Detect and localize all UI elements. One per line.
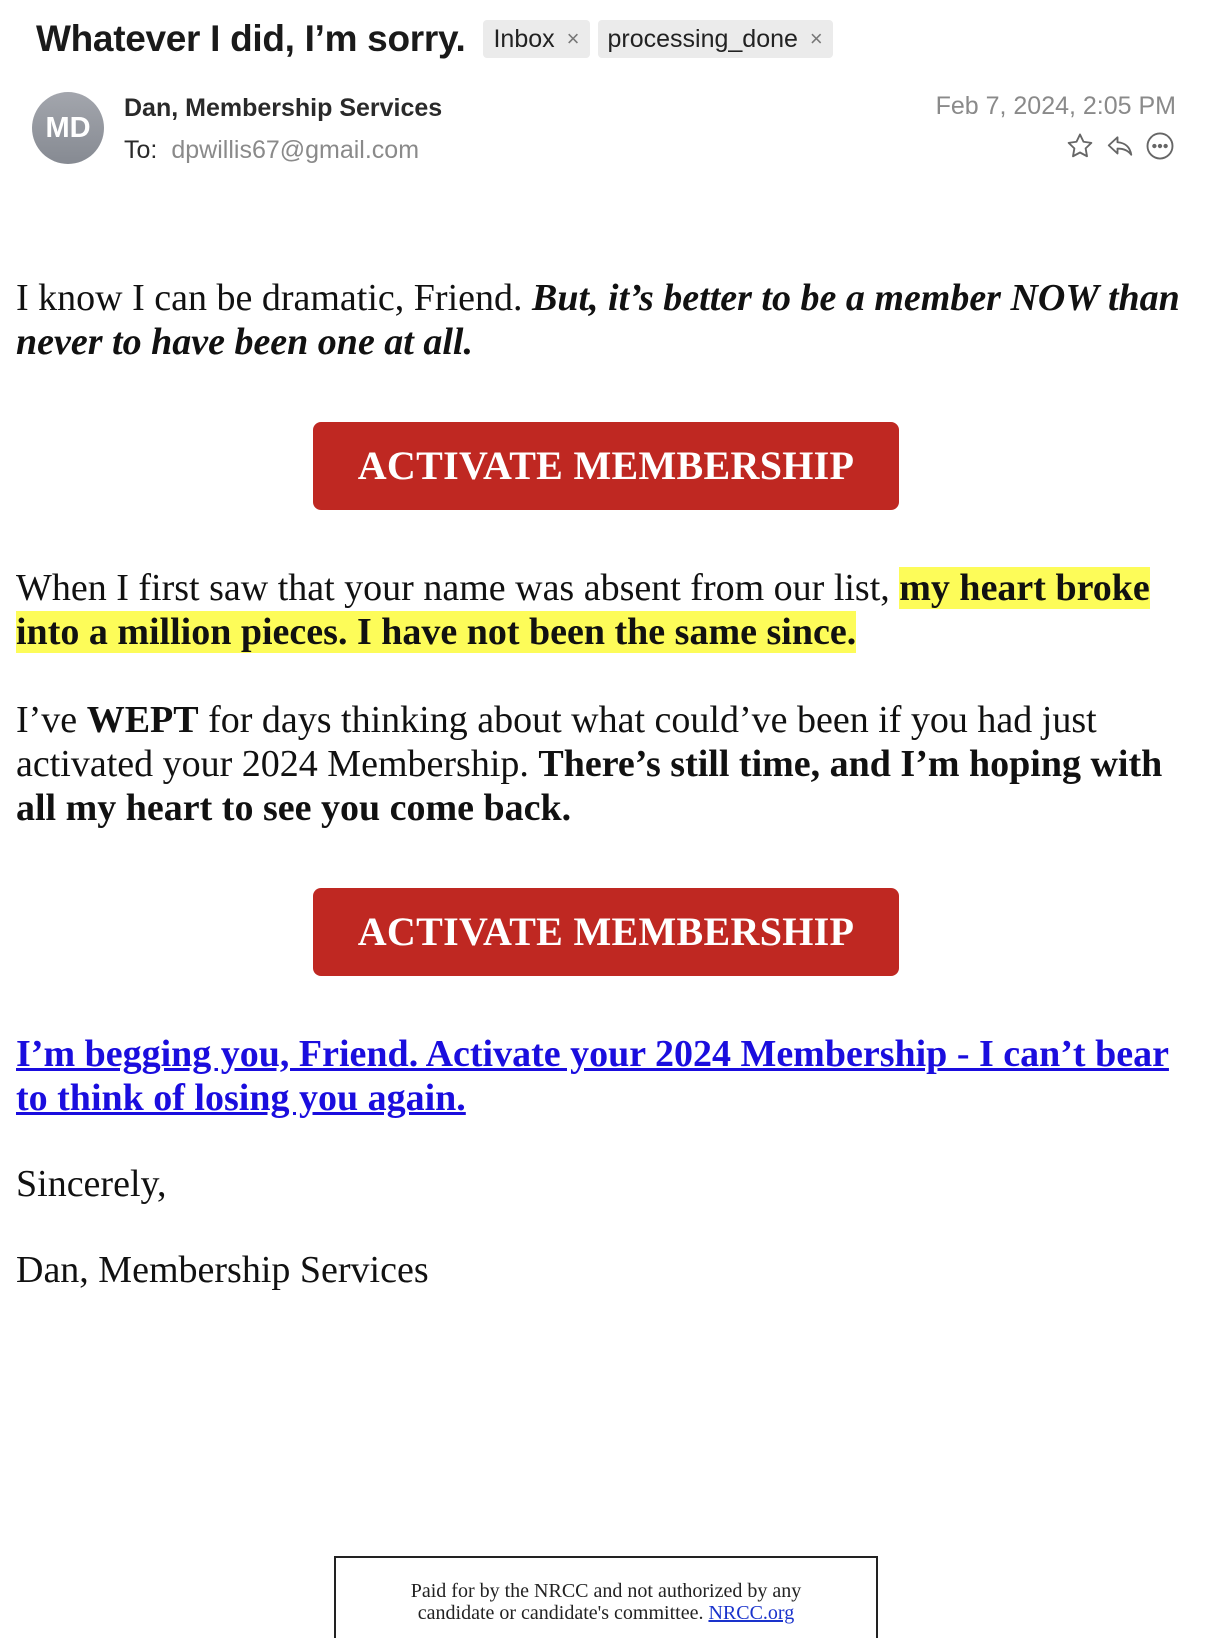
disclaimer-text: candidate or candidate's committee. xyxy=(417,1602,709,1624)
disclaimer-line-2: candidate or candidate's committee. NRCC… xyxy=(336,1602,876,1624)
star-icon[interactable] xyxy=(1064,130,1096,162)
subject-row: Whatever I did, I’m sorry. Inbox × proce… xyxy=(36,18,833,60)
paragraph-heartbreak: When I first saw that your name was abse… xyxy=(16,566,1196,654)
sender-name: Dan, Membership Services xyxy=(124,94,443,122)
remove-tag-icon[interactable]: × xyxy=(810,26,823,52)
activate-membership-button-2[interactable]: ACTIVATE MEMBERSHIP xyxy=(313,888,899,976)
begging-link[interactable]: I’m begging you, Friend. Activate your 2… xyxy=(16,1033,1169,1119)
tag-label: Inbox xyxy=(493,24,555,53)
closing: Sincerely, xyxy=(16,1163,167,1205)
tag-inbox[interactable]: Inbox × xyxy=(483,20,590,58)
avatar: MD xyxy=(32,92,104,164)
wept-emphasis: WEPT xyxy=(86,699,199,741)
signature: Dan, Membership Services xyxy=(16,1249,429,1291)
tag-label: processing_done xyxy=(607,24,798,53)
paragraph-intro: I know I can be dramatic, Friend. But, i… xyxy=(16,276,1196,364)
recipient-address: dpwillis67@gmail.com xyxy=(171,136,420,164)
message-actions xyxy=(1064,130,1176,162)
activate-membership-button[interactable]: ACTIVATE MEMBERSHIP xyxy=(313,422,899,510)
disclaimer-box: Paid for by the NRCC and not authorized … xyxy=(334,1556,878,1638)
email-date: Feb 7, 2024, 2:05 PM xyxy=(935,92,1176,120)
tag-processing-done[interactable]: processing_done × xyxy=(597,20,833,58)
recipient-row: To: dpwillis67@gmail.com xyxy=(124,136,419,165)
remove-tag-icon[interactable]: × xyxy=(567,26,580,52)
paragraph-wept: I’ve WEPT for days thinking about what c… xyxy=(16,698,1196,830)
wept-text-1: I’ve xyxy=(16,699,87,741)
email-body: I know I can be dramatic, Friend. But, i… xyxy=(16,276,1196,1292)
disclaimer-line-1: Paid for by the NRCC and not authorized … xyxy=(410,1580,802,1602)
email-subject: Whatever I did, I’m sorry. xyxy=(36,18,466,59)
nrcc-link[interactable]: NRCC.org xyxy=(708,1602,794,1624)
intro-text: I know I can be dramatic, Friend. xyxy=(16,277,532,319)
more-icon[interactable] xyxy=(1144,130,1176,162)
to-label: To: xyxy=(124,136,158,164)
reply-icon[interactable] xyxy=(1104,130,1136,162)
heartbreak-text: When I first saw that your name was abse… xyxy=(16,567,900,609)
paragraph-begging: I’m begging you, Friend. Activate your 2… xyxy=(16,1032,1196,1120)
